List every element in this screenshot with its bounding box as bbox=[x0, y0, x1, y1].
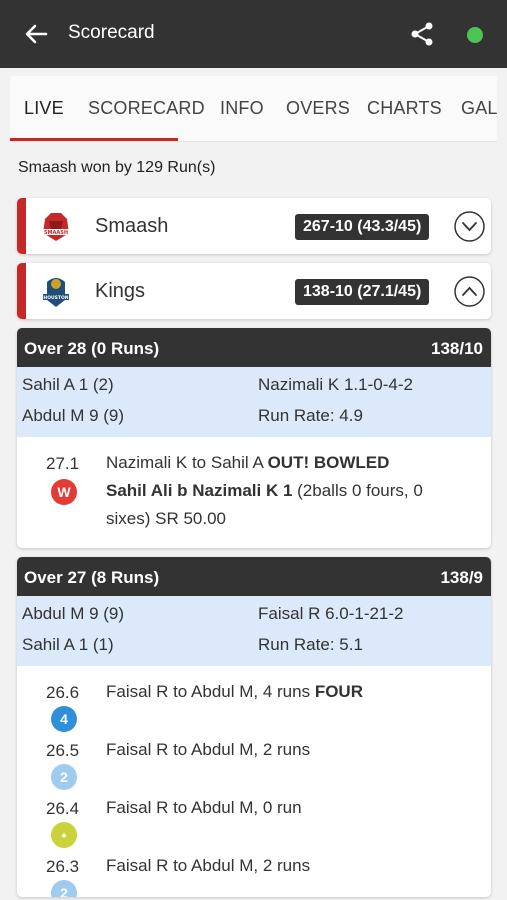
ball-commentary: Faisal R to Abdul M, 2 runs bbox=[106, 740, 311, 759]
over-card: Over 27 (8 Runs) 138/9 Abdul M 9 (9) Sah… bbox=[17, 557, 491, 897]
batter-1: Abdul M 9 (9) bbox=[22, 604, 125, 623]
bowler-figures: Nazimali K 1.1-0-4-2 bbox=[258, 375, 413, 394]
tab-bar: LIVE SCORECARD INFO OVERS CHARTS GALLERY bbox=[10, 76, 497, 142]
ball-commentary: Faisal R to Abdul M, 2 runs bbox=[106, 856, 311, 875]
run-rate: Run Rate: 4.9 bbox=[258, 406, 363, 425]
active-tab-indicator bbox=[10, 138, 178, 141]
status-dot-icon bbox=[467, 27, 483, 43]
over-title: Over 28 (0 Runs) bbox=[24, 339, 160, 358]
over-summary: Sahil A 1 (2) Abdul M 9 (9) Nazimali K 1… bbox=[17, 367, 491, 437]
match-result: Smaash won by 129 Run(s) bbox=[18, 159, 216, 176]
runs-badge: 2 bbox=[51, 764, 77, 790]
tab-live[interactable]: LIVE bbox=[24, 98, 64, 119]
batter-2: Sahil A 1 (1) bbox=[22, 635, 114, 654]
ball-item: 26.3 2 Faisal R to Abdul M, 2 runs bbox=[17, 851, 491, 897]
ball-number: 26.4 bbox=[46, 799, 80, 818]
tab-overs[interactable]: OVERS bbox=[286, 98, 350, 119]
boundary-four-badge: 4 bbox=[51, 706, 77, 732]
chevron-down-icon[interactable] bbox=[454, 211, 485, 242]
team-row-smaash[interactable]: SMAASH Smaash 267-10 (43.3/45) bbox=[17, 198, 491, 254]
over-card: Over 28 (0 Runs) 138/10 Sahil A 1 (2) Ab… bbox=[17, 328, 491, 548]
ball-commentary: Nazimali K to Sahil A OUT! BOWLED Sahil … bbox=[106, 453, 423, 528]
team-logo: HOUSTON bbox=[43, 278, 69, 307]
team-score-badge: 267-10 (43.3/45) bbox=[295, 214, 430, 240]
ball-commentary: Faisal R to Abdul M, 4 runs FOUR bbox=[106, 682, 363, 701]
chevron-up-icon[interactable] bbox=[454, 276, 485, 307]
ball-item: 27.1 W Nazimali K to Sahil A OUT! BOWLED… bbox=[17, 437, 491, 547]
ball-number: 26.6 bbox=[46, 683, 80, 702]
over-summary: Abdul M 9 (9) Sahil A 1 (1) Faisal R 6.0… bbox=[17, 596, 491, 666]
ball-item: 26.4 • Faisal R to Abdul M, 0 run bbox=[17, 793, 491, 851]
run-rate: Run Rate: 5.1 bbox=[258, 635, 363, 654]
batter-1: Sahil A 1 (2) bbox=[22, 375, 114, 394]
dot-ball-badge: • bbox=[51, 822, 77, 848]
tab-info[interactable]: INFO bbox=[220, 98, 264, 119]
team-accent-bar bbox=[17, 263, 26, 319]
tab-charts[interactable]: CHARTS bbox=[367, 98, 442, 119]
svg-text:SMAASH: SMAASH bbox=[44, 230, 68, 236]
over-total: 138/9 bbox=[440, 568, 483, 587]
team-row-kings[interactable]: HOUSTON Kings 138-10 (27.1/45) bbox=[17, 263, 491, 319]
over-header: Over 27 (8 Runs) 138/9 bbox=[17, 557, 491, 596]
ball-number: 26.5 bbox=[46, 741, 80, 760]
team-name: Kings bbox=[95, 280, 146, 302]
ball-commentary: Faisal R to Abdul M, 0 run bbox=[106, 798, 302, 817]
over-title: Over 27 (8 Runs) bbox=[24, 568, 160, 587]
team-score-badge: 138-10 (27.1/45) bbox=[295, 279, 430, 305]
batter-2: Abdul M 9 (9) bbox=[22, 406, 125, 425]
team-logo: SMAASH bbox=[43, 213, 69, 241]
bowler-figures: Faisal R 6.0-1-21-2 bbox=[258, 604, 404, 623]
share-icon[interactable] bbox=[408, 20, 436, 48]
wicket-badge: W bbox=[51, 479, 77, 505]
tab-gallery[interactable]: GALLERY bbox=[461, 98, 497, 119]
ball-number: 27.1 bbox=[46, 454, 80, 473]
team-accent-bar bbox=[17, 198, 26, 254]
app-bar: Scorecard bbox=[0, 0, 507, 68]
tab-scorecard[interactable]: SCORECARD bbox=[88, 98, 205, 119]
over-total: 138/10 bbox=[431, 339, 483, 358]
over-header: Over 28 (0 Runs) 138/10 bbox=[17, 328, 491, 367]
ball-number: 26.3 bbox=[46, 857, 80, 876]
arrow-left-icon[interactable] bbox=[22, 20, 50, 48]
page-title: Scorecard bbox=[68, 22, 155, 43]
team-name: Smaash bbox=[95, 215, 169, 237]
ball-item: 26.5 2 Faisal R to Abdul M, 2 runs bbox=[17, 735, 491, 793]
runs-badge: 2 bbox=[51, 880, 77, 897]
ball-item: 26.6 4 Faisal R to Abdul M, 4 runs FOUR bbox=[17, 677, 491, 735]
